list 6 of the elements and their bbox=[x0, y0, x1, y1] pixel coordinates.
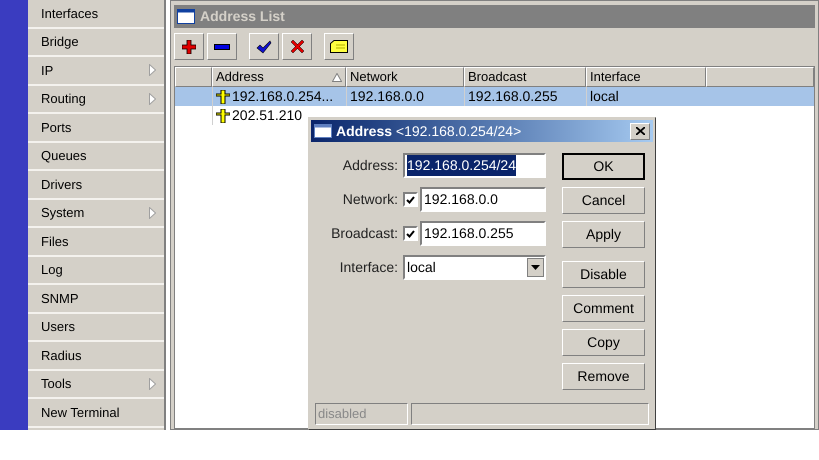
field-label: Network: bbox=[342, 190, 398, 209]
field-label: Address: bbox=[342, 156, 398, 175]
window-title-bar: Address List bbox=[174, 5, 815, 28]
field-label: Interface: bbox=[338, 258, 398, 277]
field-label: Broadcast: bbox=[330, 224, 398, 243]
status-field: disabled bbox=[315, 403, 408, 425]
